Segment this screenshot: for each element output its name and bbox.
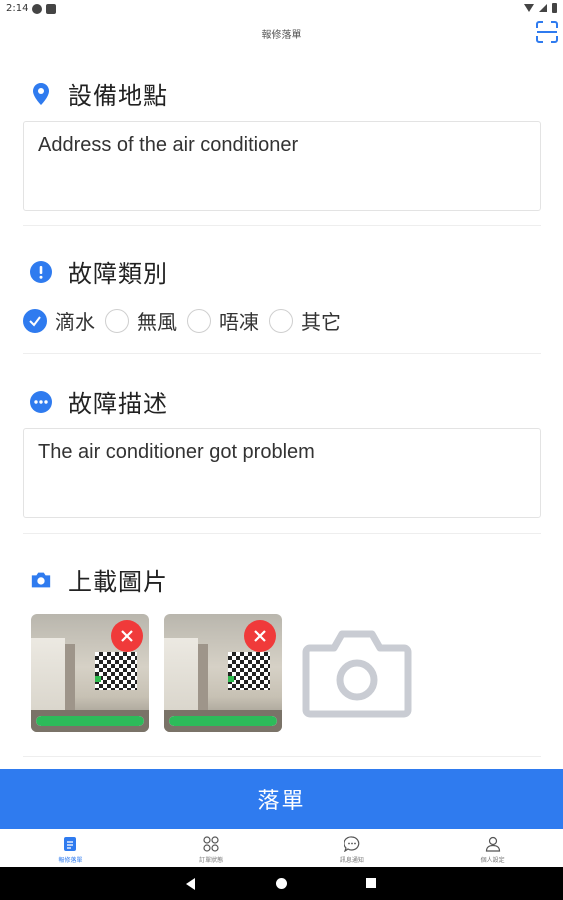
home-icon[interactable] [276, 878, 287, 889]
radio-label: 滴水 [55, 310, 95, 334]
nav-label: 訊息通知 [339, 857, 364, 864]
chat-icon [343, 835, 361, 853]
person-icon [484, 835, 502, 853]
upload-progress-fill [169, 716, 277, 726]
status-bar: 2:14 [0, 0, 563, 18]
fault-type-options: 滴水 無風 唔凍 其它 [23, 306, 351, 335]
remove-photo-button[interactable] [111, 620, 143, 652]
scan-button[interactable] [535, 20, 559, 44]
system-navigation-bar [0, 867, 563, 900]
photo-content [65, 644, 75, 714]
description-input[interactable]: The air conditioner got problem [23, 428, 541, 518]
photo-content [164, 638, 198, 714]
divider [23, 225, 541, 226]
location-title: 設備地點 [68, 82, 168, 110]
divider [23, 756, 541, 757]
document-icon [61, 835, 79, 853]
back-icon[interactable] [186, 878, 195, 890]
location-section-header: 設備地點 [30, 76, 168, 111]
recents-icon[interactable] [366, 878, 376, 888]
scan-icon [536, 21, 558, 43]
fault-type-section-header: 故障類別 [30, 254, 168, 289]
close-icon [254, 630, 266, 642]
description-section-header: 故障描述 [30, 384, 168, 419]
divider [23, 533, 541, 534]
status-time: 2:14 [6, 3, 29, 14]
page-title: 報修落單 [261, 30, 302, 41]
upload-progress-fill [36, 716, 144, 726]
upload-title: 上載圖片 [68, 568, 168, 596]
sim-icon [46, 4, 56, 14]
more-dots-icon [30, 390, 52, 413]
nav-label: 訂單狀態 [199, 857, 224, 864]
camera-add-icon [302, 630, 412, 718]
photo-content [198, 644, 208, 714]
fault-option-no-wind[interactable]: 無風 [105, 306, 177, 335]
photo-thumbnail[interactable] [164, 614, 282, 732]
alert-icon [30, 260, 52, 283]
submit-order-button[interactable]: 落單 [0, 769, 563, 829]
upload-section-header: 上載圖片 [30, 562, 168, 597]
radio-unchecked[interactable] [269, 308, 293, 333]
signal-icon [539, 4, 547, 12]
wifi-icon [524, 4, 534, 12]
nav-label: 個人設定 [480, 857, 505, 864]
notification-icons [32, 4, 56, 14]
bottom-navigation: 報修落單 訂單狀態 訊息通知 個人設定 [0, 829, 563, 867]
camera-icon [30, 569, 52, 591]
radio-checked[interactable] [23, 308, 47, 333]
location-input[interactable]: Address of the air conditioner [23, 121, 541, 211]
nav-item-messages[interactable]: 訊息通知 [282, 829, 423, 867]
photo-content [95, 652, 137, 690]
system-status-icons [524, 3, 557, 13]
nav-label: 報修落單 [58, 857, 83, 864]
photo-content [228, 652, 270, 690]
nav-item-order-status[interactable]: 訂單狀態 [141, 829, 282, 867]
notification-icon [32, 4, 42, 14]
upload-progress-bar [169, 716, 277, 726]
description-title: 故障描述 [68, 390, 168, 418]
app-bar: 報修落單 [0, 18, 563, 48]
photo-thumbnail[interactable] [31, 614, 149, 732]
radio-label: 無風 [137, 310, 177, 334]
battery-icon [552, 3, 557, 13]
add-photo-button[interactable] [302, 626, 412, 720]
fault-option-dripping[interactable]: 滴水 [23, 306, 95, 335]
radio-unchecked[interactable] [105, 308, 129, 333]
grid-icon [202, 835, 220, 853]
radio-unchecked[interactable] [187, 308, 211, 333]
radio-label: 其它 [301, 310, 341, 334]
fault-option-other[interactable]: 其它 [269, 306, 341, 335]
remove-photo-button[interactable] [244, 620, 276, 652]
location-pin-icon [30, 82, 52, 105]
fault-type-title: 故障類別 [68, 260, 168, 288]
upload-progress-bar [36, 716, 144, 726]
nav-item-repair-order[interactable]: 報修落單 [0, 829, 141, 867]
photo-content [31, 638, 65, 714]
close-icon [121, 630, 133, 642]
radio-label: 唔凍 [219, 310, 259, 334]
divider [23, 353, 541, 354]
fault-option-not-cold[interactable]: 唔凍 [187, 306, 259, 335]
nav-item-profile[interactable]: 個人設定 [422, 829, 563, 867]
photo-content [95, 676, 101, 682]
photo-content [228, 676, 234, 682]
check-icon [29, 315, 41, 327]
